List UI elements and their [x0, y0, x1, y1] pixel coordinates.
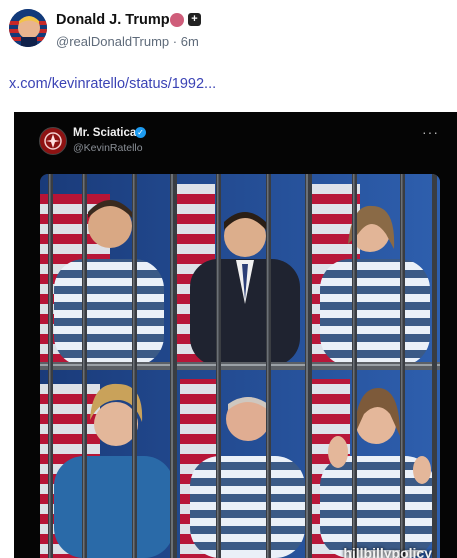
post-header: Donald J. Trump + @realDonaldTrump · 6m — [9, 9, 449, 53]
embed-author-name[interactable]: Mr. Sciatica — [73, 127, 136, 139]
author-handle[interactable]: @realDonaldTrump — [56, 34, 169, 49]
separator: · — [172, 34, 178, 49]
verified-badge-icon — [170, 13, 184, 27]
post-time[interactable]: 6m — [181, 34, 199, 49]
jail-collage-illustration — [40, 174, 440, 558]
red-emblem-avatar-icon — [41, 129, 65, 153]
more-options-icon[interactable]: ··· — [422, 124, 439, 140]
status-link[interactable]: x.com/kevinratello/status/1992... — [9, 76, 216, 92]
author-avatar[interactable] — [9, 9, 47, 47]
plus-badge-icon: + — [188, 13, 201, 26]
author-name[interactable]: Donald J. Trump — [56, 12, 170, 28]
author-handle-line: @realDonaldTrump · 6m — [56, 34, 199, 49]
embed-author-handle[interactable]: @KevinRatello — [73, 142, 143, 154]
embed-avatar[interactable] — [39, 127, 67, 155]
flag-portrait-avatar-icon — [9, 9, 47, 47]
embed-verified-icon: ✓ — [135, 127, 146, 138]
watermark: hillbillypolicy — [343, 545, 432, 558]
collage-image[interactable]: hillbillypolicy — [40, 174, 440, 558]
embedded-post[interactable]: Mr. Sciatica ✓ @KevinRatello ··· hillbil… — [14, 112, 457, 558]
